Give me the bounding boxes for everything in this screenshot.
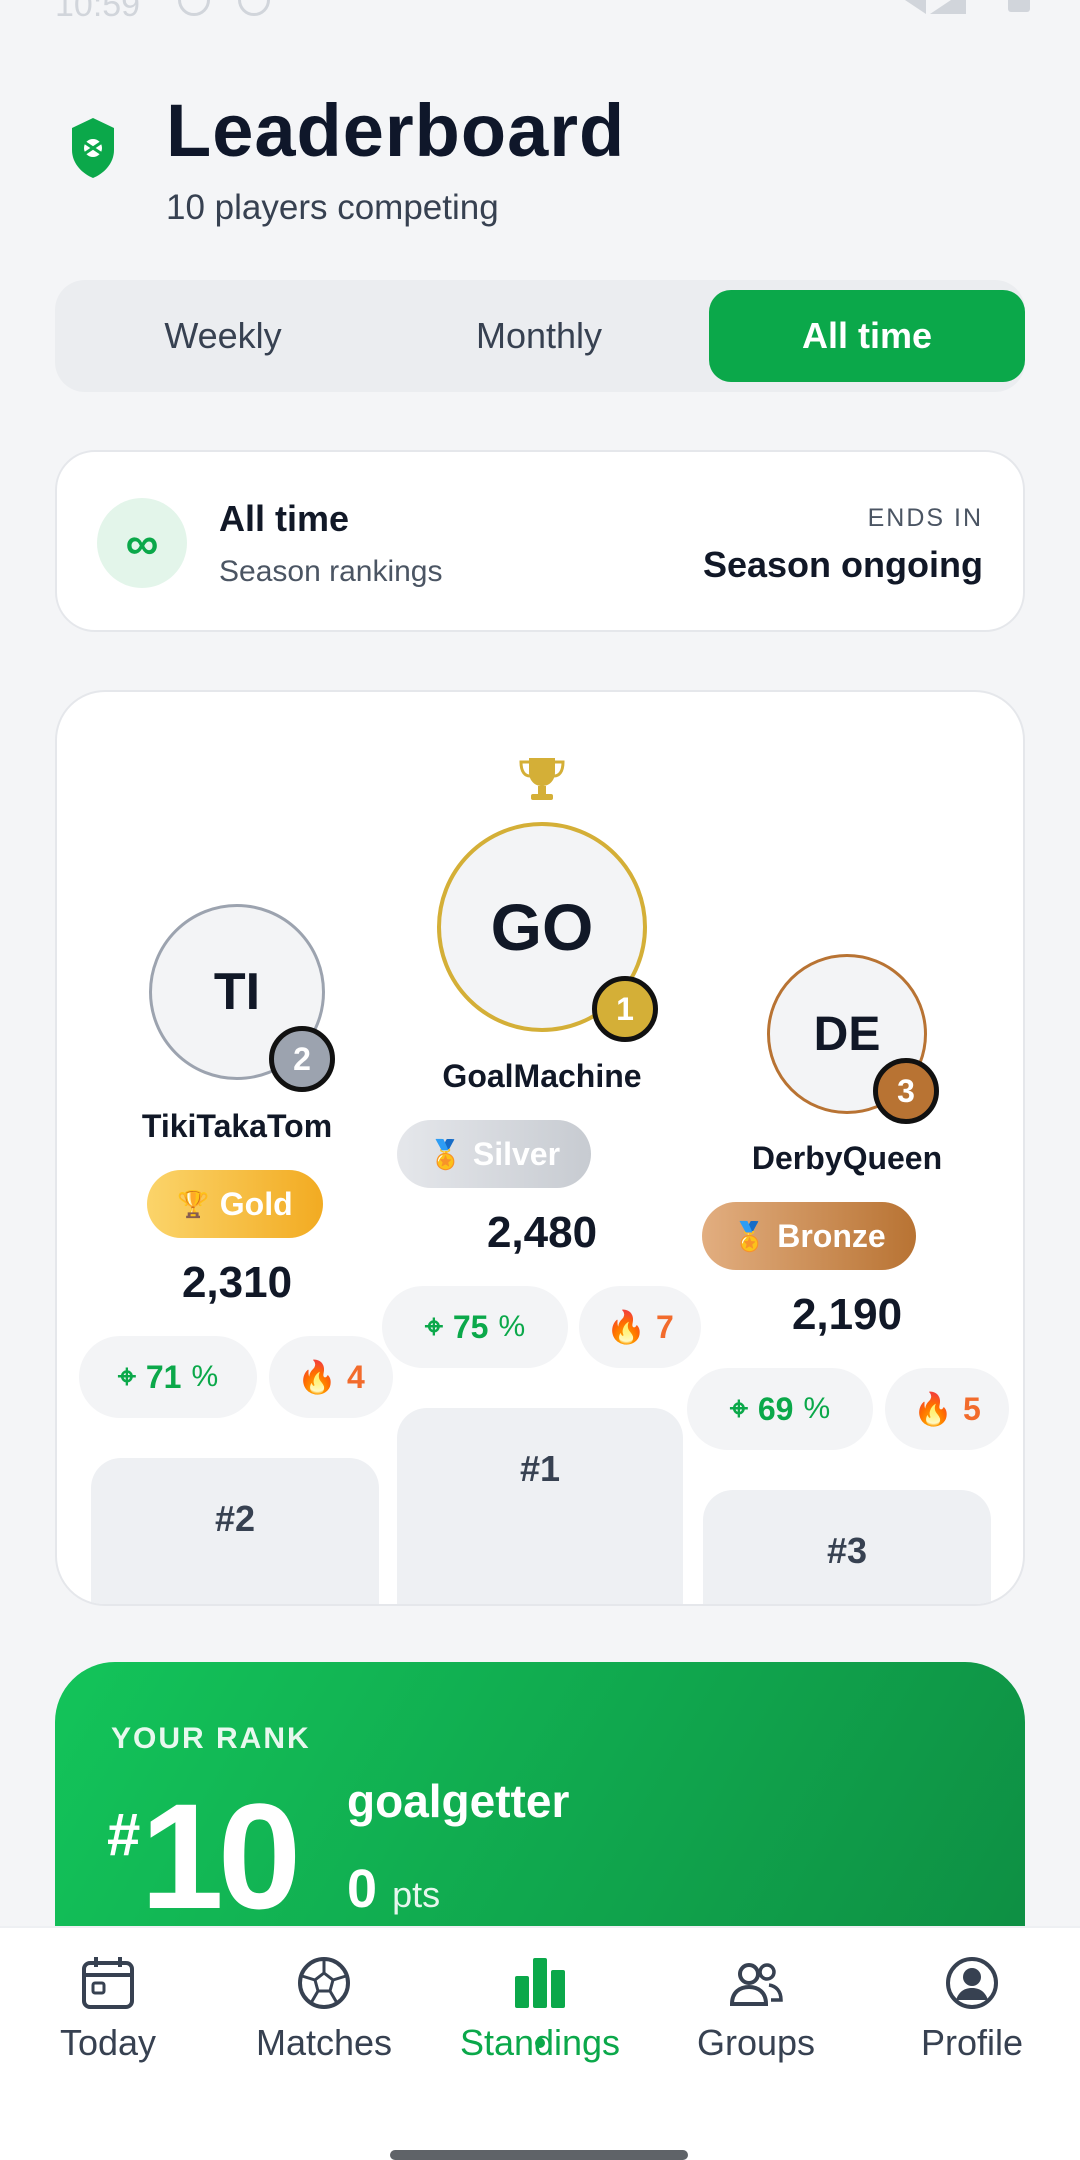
points-second: 2,310 [181,1258,293,1307]
tier-label: Gold [219,1185,293,1222]
nav-label-today: Today [59,2022,157,2063]
nav-profile[interactable]: Profile [864,1954,1080,2084]
tab-weekly[interactable]: Weekly [65,290,381,382]
rank-badge-first: 1 [592,976,658,1042]
active-indicator [535,2038,545,2048]
period-info-card: ∞ All time Season rankings ENDS IN Seaso… [55,450,1025,632]
your-rank-number: #10 [107,1770,301,1943]
accuracy-chip-third: ⌖ 69 % [687,1368,873,1450]
target-icon: ⌖ [424,1308,443,1344]
bar-chart-icon [515,1958,565,2008]
rank-value: 10 [140,1772,301,1940]
rank-badge-second: 2 [269,1026,335,1092]
player-name-third: DerbyQueen [751,1140,943,1176]
nav-standings[interactable]: Standings [432,1954,648,2084]
podium-block-first: #1 [397,1408,683,1604]
rank-hash: # [107,1801,141,1868]
rank-badge-third: 3 [873,1058,939,1124]
period-tabs: Weekly Monthly All time [55,280,1025,392]
points-value: 0 [347,1859,378,1919]
status-bar: 10:59 [0,0,1080,30]
flame-icon: 🔥 [606,1309,647,1345]
target-icon: ⌖ [729,1390,748,1426]
trophy-small-icon: 🏆 [177,1188,210,1219]
period-subtitle: Season rankings [219,555,443,588]
player-name-second: TikiTakaTom [141,1108,333,1144]
your-rank-label: YOUR RANK [111,1722,311,1755]
bottom-navigation: Today Matches Standings Groups [0,1926,1080,2160]
notification-icon [178,0,210,16]
podium-block-second: #2 [91,1458,379,1604]
tier-label: Bronze [777,1217,886,1254]
nav-today[interactable]: Today [0,1954,216,2084]
soccer-ball-icon [298,1957,350,2009]
signal-icon [930,0,966,14]
player-name-first: GoalMachine [442,1058,642,1094]
accuracy-value: 69 [757,1390,794,1427]
status-time: 10:59 [55,0,141,24]
medal-icon: 🏅 [732,1220,768,1252]
accuracy-unit: % [498,1310,526,1343]
infinity-icon: ∞ [97,498,187,588]
tier-label: Silver [472,1135,561,1172]
ends-in-value: Season ongoing [702,544,983,585]
tab-all-time[interactable]: All time [709,290,1025,382]
accuracy-unit: % [803,1392,831,1425]
wifi-icon [890,0,926,14]
streak-chip-second: 🔥 4 [269,1336,393,1418]
tier-badge-silver: 🏅 Silver [397,1120,591,1188]
page-header: Leaderboard 10 players competing [70,88,970,238]
period-title: All time [219,498,350,539]
accuracy-chip-second: ⌖ 71 % [79,1336,257,1418]
streak-value: 7 [656,1308,674,1345]
app-logo-icon [72,118,114,178]
status-indicators [890,0,1030,18]
nav-label-profile: Profile [920,2022,1024,2063]
page-title: Leaderboard [166,89,626,172]
page-subtitle: 10 players competing [166,188,499,227]
accuracy-unit: % [191,1360,219,1393]
medal-icon: 🏅 [427,1138,463,1170]
calendar-icon [82,1957,134,2009]
nav-matches[interactable]: Matches [216,1954,432,2084]
your-points: 0 pts [347,1858,440,1920]
points-unit: pts [392,1874,441,1915]
points-first: 2,480 [486,1208,598,1257]
battery-icon [1008,0,1030,12]
tier-badge-gold: 🏆 Gold [147,1170,323,1238]
accuracy-value: 75 [452,1308,489,1345]
points-third: 2,190 [791,1290,903,1339]
nav-label-groups: Groups [696,2022,816,2063]
ends-in-label: ENDS IN [867,504,983,532]
accuracy-value: 71 [145,1358,182,1395]
your-username: goalgetter [347,1775,570,1827]
streak-chip-first: 🔥 7 [579,1286,701,1368]
streak-value: 5 [963,1390,981,1427]
people-icon [729,1963,783,2006]
streak-value: 4 [347,1358,365,1395]
podium-block-third: #3 [703,1490,991,1604]
nav-label-matches: Matches [255,2022,393,2063]
flame-icon: 🔥 [297,1359,338,1395]
shield-status-icon [238,0,270,16]
tab-monthly[interactable]: Monthly [381,290,697,382]
trophy-icon [519,758,565,800]
target-icon: ⌖ [117,1358,136,1394]
accuracy-chip-first: ⌖ 75 % [382,1286,568,1368]
streak-chip-third: 🔥 5 [885,1368,1009,1450]
flame-icon: 🔥 [913,1391,954,1427]
tier-badge-bronze: 🏅 Bronze [702,1202,916,1270]
home-gesture-handle[interactable] [390,2150,688,2160]
user-circle-icon [946,1957,998,2009]
podium-card: GO 1 GoalMachine 🏅 Silver 2,480 ⌖ 75 % 🔥… [55,690,1025,1606]
nav-groups[interactable]: Groups [648,1954,864,2084]
